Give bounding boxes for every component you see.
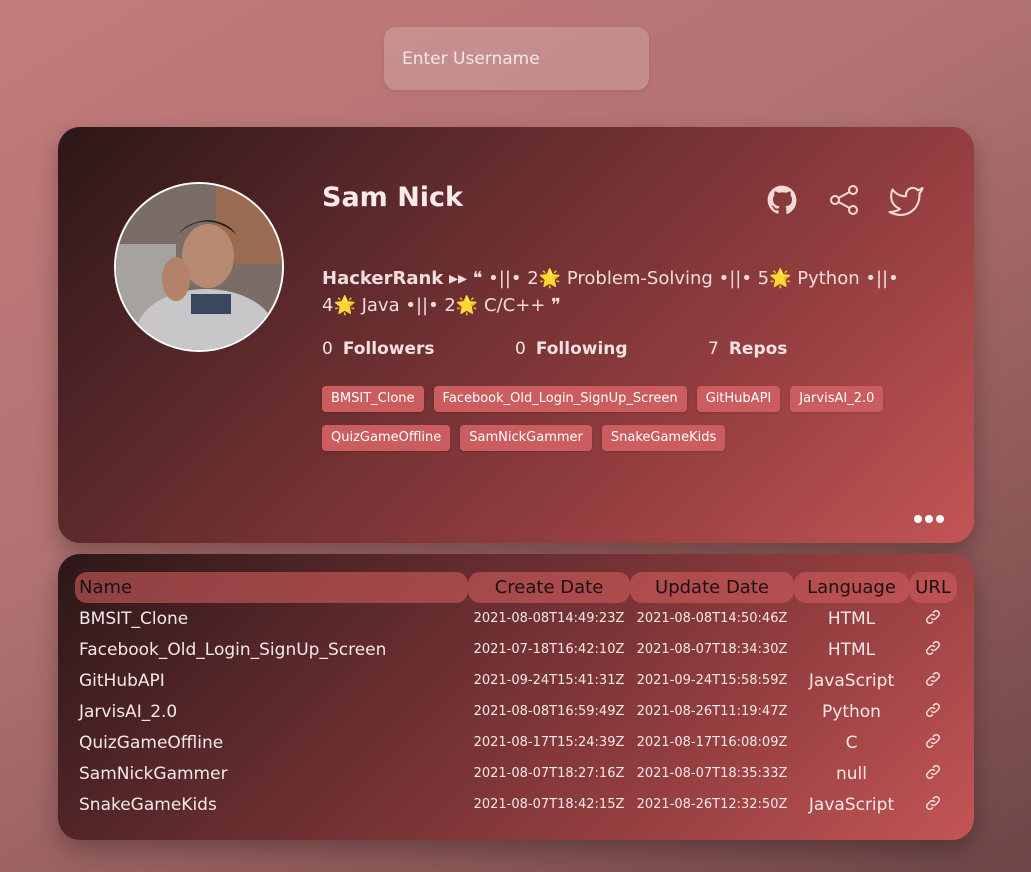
- header-create-date: Create Date: [468, 572, 630, 603]
- link-icon[interactable]: [923, 638, 943, 658]
- more-dots-icon[interactable]: [914, 515, 944, 523]
- link-icon[interactable]: [923, 762, 943, 782]
- followers-stat: 0 Followers: [322, 339, 515, 359]
- header-url: URL: [909, 572, 957, 603]
- repo-create-date: 2021-08-07T18:27:16Z: [473, 766, 625, 781]
- table-row: SamNickGammer 2021-08-07T18:27:16Z 2021-…: [75, 758, 957, 789]
- share-icon[interactable]: [826, 182, 862, 218]
- repo-name: JarvisAI_2.0: [79, 701, 178, 722]
- repo-tag[interactable]: QuizGameOffline: [322, 425, 451, 451]
- profile-avatar: [114, 182, 284, 352]
- more-dot: [936, 515, 944, 523]
- more-dot: [914, 515, 922, 523]
- table-row: BMSIT_Clone 2021-08-08T14:49:23Z 2021-08…: [75, 603, 957, 634]
- profile-stats: 0 Followers 0 Following 7 Repos: [322, 339, 901, 359]
- repo-url-cell: [909, 696, 957, 727]
- following-label: Following: [535, 339, 628, 359]
- repo-update-date: 2021-08-26T12:32:50Z: [636, 797, 788, 812]
- avatar-photo: [116, 184, 282, 350]
- table-row: JarvisAI_2.0 2021-08-08T16:59:49Z 2021-0…: [75, 696, 957, 727]
- link-icon[interactable]: [923, 731, 943, 751]
- repo-url-cell: [909, 758, 957, 789]
- more-dot: [925, 515, 933, 523]
- link-icon[interactable]: [923, 607, 943, 627]
- repo-tag[interactable]: SnakeGameKids: [601, 425, 726, 451]
- table-header-row: Name Create Date Update Date Language UR…: [75, 572, 957, 603]
- repo-language: Python: [822, 701, 881, 722]
- repo-name: SnakeGameKids: [79, 794, 217, 815]
- table-row: Facebook_Old_Login_SignUp_Screen 2021-07…: [75, 634, 957, 665]
- repo-url-cell: [909, 789, 957, 820]
- table-row: GitHubAPI 2021-09-24T15:41:31Z 2021-09-2…: [75, 665, 957, 696]
- repo-language: HTML: [827, 608, 876, 629]
- link-icon[interactable]: [923, 793, 943, 813]
- repo-create-date: 2021-09-24T15:41:31Z: [473, 673, 625, 688]
- repos-count: 7: [708, 339, 719, 359]
- repo-language: null: [836, 763, 867, 784]
- following-stat: 0 Following: [515, 339, 708, 359]
- repo-tag[interactable]: SamNickGammer: [460, 425, 592, 451]
- followers-label: Followers: [342, 339, 435, 359]
- repos-label: Repos: [728, 339, 788, 359]
- repo-update-date: 2021-08-08T14:50:46Z: [636, 611, 788, 626]
- repo-language: C: [845, 732, 858, 753]
- repos-stat: 7 Repos: [708, 339, 901, 359]
- repo-language: JavaScript: [808, 670, 895, 691]
- profile-bio: HackerRank ▸▸ ❝ •||• 2🌟 Problem-Solving …: [322, 265, 912, 319]
- following-count: 0: [515, 339, 526, 359]
- github-icon[interactable]: [764, 182, 800, 218]
- repo-update-date: 2021-08-07T18:34:30Z: [636, 642, 788, 657]
- repo-url-cell: [909, 727, 957, 758]
- repo-update-date: 2021-09-24T15:58:59Z: [636, 673, 788, 688]
- username-search-input[interactable]: [384, 27, 649, 90]
- repo-language: JavaScript: [808, 794, 895, 815]
- repo-url-cell: [909, 634, 957, 665]
- link-icon[interactable]: [923, 669, 943, 689]
- repo-create-date: 2021-08-07T18:42:15Z: [473, 797, 625, 812]
- repo-name: GitHubAPI: [79, 670, 165, 691]
- bio-brand: HackerRank: [322, 268, 444, 289]
- repo-tag[interactable]: JarvisAI_2.0: [790, 386, 884, 412]
- followers-count: 0: [322, 339, 333, 359]
- repo-tag[interactable]: GitHubAPI: [696, 386, 781, 412]
- repo-update-date: 2021-08-17T16:08:09Z: [636, 735, 788, 750]
- repo-update-date: 2021-08-07T18:35:33Z: [636, 766, 788, 781]
- repo-create-date: 2021-08-17T15:24:39Z: [473, 735, 625, 750]
- repo-update-date: 2021-08-26T11:19:47Z: [636, 704, 788, 719]
- link-icon[interactable]: [923, 700, 943, 720]
- header-update-date: Update Date: [630, 572, 794, 603]
- profile-name: Sam Nick: [322, 182, 464, 213]
- repo-url-cell: [909, 665, 957, 696]
- search-box: [384, 27, 649, 90]
- repo-table: Name Create Date Update Date Language UR…: [75, 572, 957, 820]
- table-row: SnakeGameKids 2021-08-07T18:42:15Z 2021-…: [75, 789, 957, 820]
- repo-create-date: 2021-08-08T14:49:23Z: [473, 611, 625, 626]
- profile-card: Sam Nick HackerRank ▸▸ ❝ •||• 2🌟 Problem…: [58, 127, 974, 543]
- social-icons: [764, 182, 924, 218]
- header-name: Name: [75, 572, 468, 603]
- repo-create-date: 2021-07-18T16:42:10Z: [473, 642, 625, 657]
- repo-tags: BMSIT_Clone Facebook_Old_Login_SignUp_Sc…: [322, 386, 922, 451]
- repo-tag[interactable]: Facebook_Old_Login_SignUp_Screen: [433, 386, 687, 412]
- repo-url-cell: [909, 603, 957, 634]
- table-row: QuizGameOffline 2021-08-17T15:24:39Z 202…: [75, 727, 957, 758]
- header-language: Language: [794, 572, 909, 603]
- repo-table-card: Name Create Date Update Date Language UR…: [58, 554, 974, 840]
- repo-name: SamNickGammer: [79, 763, 228, 784]
- repo-name: BMSIT_Clone: [79, 608, 189, 629]
- repo-create-date: 2021-08-08T16:59:49Z: [473, 704, 625, 719]
- repo-name: Facebook_Old_Login_SignUp_Screen: [79, 639, 387, 660]
- repo-language: HTML: [827, 639, 876, 660]
- repo-name: QuizGameOffline: [79, 732, 224, 753]
- twitter-icon[interactable]: [888, 182, 924, 218]
- repo-tag[interactable]: BMSIT_Clone: [322, 386, 424, 412]
